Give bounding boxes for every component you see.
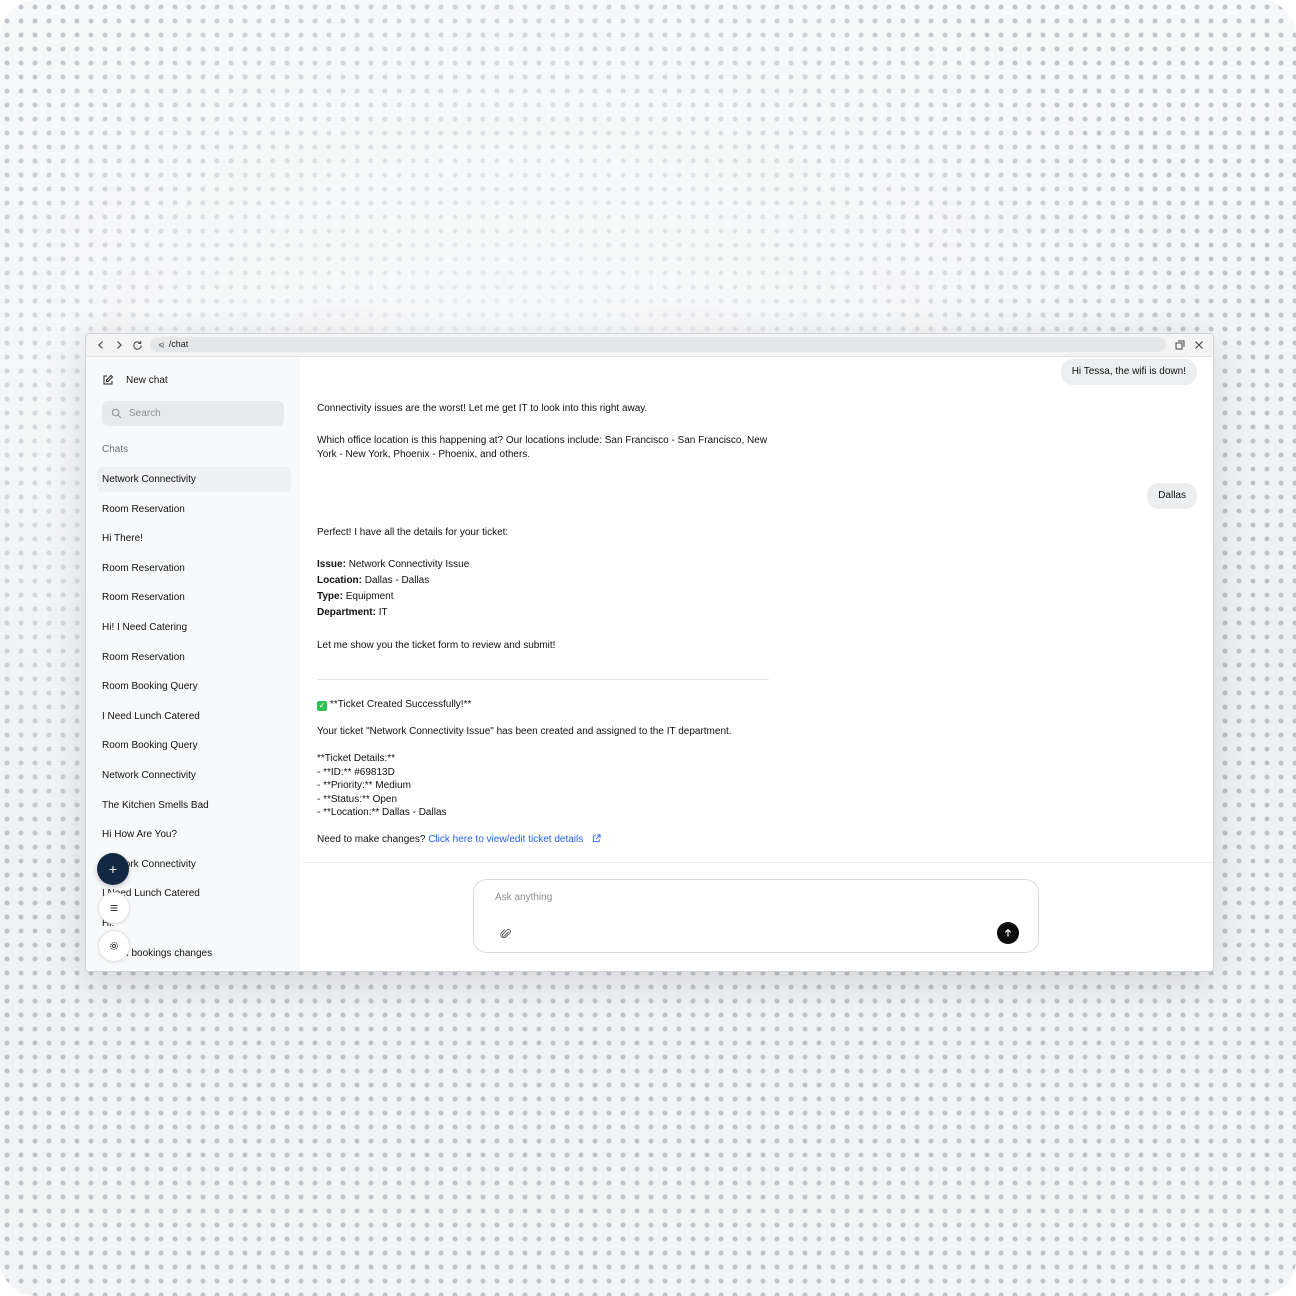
search-placeholder: Search <box>129 408 161 419</box>
ticket-field-issue: Issue: Network Connectivity Issue <box>317 558 777 572</box>
field-value: IT <box>378 607 388 618</box>
user-message: Dallas <box>1147 483 1197 509</box>
send-button[interactable] <box>997 922 1019 944</box>
chat-list-item[interactable]: I Need Lunch Catered <box>97 704 291 729</box>
user-message: Hi Tessa, the wifi is down! <box>1060 359 1197 385</box>
success-title-text: **Ticket Created Successfully!** <box>330 699 472 710</box>
detail-priority: - **Priority:** Medium <box>317 780 411 791</box>
forward-icon[interactable] <box>111 337 127 353</box>
compose-icon <box>103 374 114 385</box>
detail-id: - **ID:** #69813D <box>317 766 395 778</box>
paperclip-icon[interactable] <box>500 928 512 940</box>
detail-status: - **Status:** Open <box>317 793 398 805</box>
field-label: Department: <box>317 607 376 618</box>
menu-button[interactable] <box>98 892 130 924</box>
assistant-message: Let me show you the ticket form to revie… <box>317 640 556 651</box>
details-heading: **Ticket Details:** <box>317 753 395 764</box>
field-value: Equipment <box>345 591 394 602</box>
new-chat-button[interactable]: New chat <box>102 371 168 389</box>
chat-list-item[interactable]: Network Connectivity <box>97 467 291 492</box>
ticket-field-type: Type: Equipment <box>317 590 777 604</box>
site-info-icon[interactable]: ⩿ <box>158 340 165 349</box>
field-label: Type: <box>317 591 343 602</box>
browser-toolbar: ⩿/chat <box>86 334 1213 357</box>
chat-list-item[interactable]: Hi! I Need Catering <box>97 615 291 640</box>
external-link-icon[interactable] <box>592 834 601 843</box>
field-label: Location: <box>317 575 362 586</box>
close-icon[interactable] <box>1191 337 1207 353</box>
search-icon <box>111 408 122 419</box>
detail-location: - **Location:** Dallas - Dallas <box>317 807 447 818</box>
arrow-up-icon <box>1004 928 1012 937</box>
ticket-field-department: Department: IT <box>317 606 777 620</box>
field-value: Network Connectivity Issue <box>348 559 470 570</box>
chat-list-item[interactable]: Room Reservation <box>97 497 291 522</box>
chat-list: Network Connectivity Room Reservation Hi… <box>97 467 291 970</box>
plus-button[interactable]: + <box>97 853 129 885</box>
chat-list-item[interactable]: Network Connectivity <box>97 763 291 788</box>
field-value: Dallas - Dallas <box>364 575 430 586</box>
chat-list-item[interactable]: Room Booking Query <box>97 733 291 758</box>
url-text: /chat <box>168 339 189 349</box>
chats-heading: Chats <box>102 444 129 455</box>
chat-list-item[interactable]: Hi How Are You? <box>97 822 291 847</box>
check-icon: ✓ <box>317 701 327 711</box>
search-input[interactable]: Search <box>102 401 284 426</box>
reload-icon[interactable] <box>129 337 145 353</box>
divider <box>317 679 769 680</box>
assistant-message: Perfect! I have all the details for your… <box>317 527 509 538</box>
assistant-message: Which office location is this happening … <box>317 435 768 460</box>
gear-icon <box>110 942 118 950</box>
chat-list-item[interactable]: Room Booking Query <box>97 674 291 699</box>
edit-ticket-link[interactable]: Click here to view/edit ticket details <box>428 834 583 845</box>
chat-list-item[interactable]: The Kitchen Smells Bad <box>97 793 291 818</box>
field-label: Issue: <box>317 559 346 570</box>
back-icon[interactable] <box>93 337 109 353</box>
changes-prompt: Need to make changes? <box>317 834 426 845</box>
ticket-field-location: Location: Dallas - Dallas <box>317 574 777 588</box>
popout-icon[interactable] <box>1172 337 1188 353</box>
message-input-placeholder[interactable]: Ask anything <box>495 892 552 903</box>
chat-list-item[interactable]: Room Reservation <box>97 556 291 581</box>
plus-icon: + <box>108 861 118 877</box>
assistant-message: Connectivity issues are the worst! Let m… <box>317 403 648 414</box>
changes-line: Need to make changes? Click here to view… <box>317 833 777 847</box>
browser-window: ⩿/chat New chat Search Chats Network Con… <box>85 333 1214 972</box>
footer-divider <box>301 862 1213 863</box>
chat-list-item[interactable]: Room Reservation <box>97 645 291 670</box>
message-composer[interactable]: Ask anything <box>473 879 1039 953</box>
success-body: Your ticket "Network Connectivity Issue"… <box>317 726 732 737</box>
success-title: ✓ **Ticket Created Successfully!** <box>317 698 777 712</box>
chat-list-item[interactable]: Hi There! <box>97 526 291 551</box>
chat-list-item[interactable]: Room Reservation <box>97 585 291 610</box>
new-chat-label: New chat <box>126 374 168 386</box>
address-bar[interactable]: ⩿/chat <box>150 337 1166 352</box>
chat-pane: Hi Tessa, the wifi is down! Connectivity… <box>301 357 1213 971</box>
settings-button[interactable] <box>98 930 130 962</box>
sidebar: New chat Search Chats Network Connectivi… <box>86 357 300 971</box>
menu-icon <box>110 905 118 911</box>
